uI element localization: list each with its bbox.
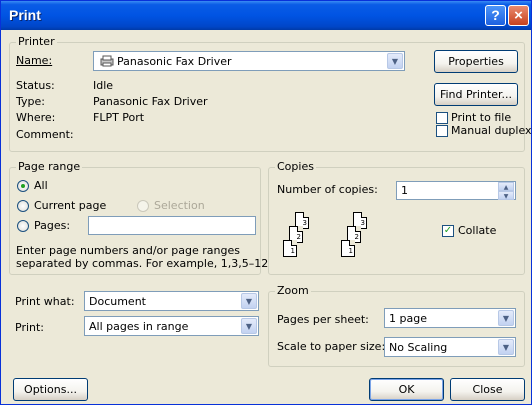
pages-label[interactable]: Pages: bbox=[34, 219, 70, 232]
chevron-down-icon[interactable]: ▼ bbox=[387, 53, 403, 69]
printer-name-select[interactable]: Panasonic Fax Driver ▼ bbox=[93, 51, 405, 71]
number-of-copies-input[interactable]: 1 ▲ ▼ bbox=[396, 181, 516, 200]
manual-duplex-checkbox[interactable] bbox=[436, 125, 448, 137]
pages-help-line2: separated by commas. For example, 1,3,5–… bbox=[16, 257, 269, 270]
copies-spinner[interactable]: ▲ ▼ bbox=[498, 182, 514, 201]
collate-page-1b: 1 bbox=[341, 240, 355, 257]
help-button[interactable]: ? bbox=[485, 5, 506, 26]
zoom-group: Zoom Pages per sheet: 1 page ▼ Scale to … bbox=[268, 285, 525, 367]
properties-button[interactable]: Properties bbox=[434, 50, 518, 73]
close-icon: × bbox=[514, 7, 523, 24]
number-of-copies-value: 1 bbox=[401, 184, 408, 197]
ok-button[interactable]: OK bbox=[369, 378, 444, 401]
window-title: Print bbox=[9, 7, 41, 23]
close-window-button[interactable]: × bbox=[508, 5, 529, 26]
where-value: FLPT Port bbox=[93, 111, 145, 124]
manual-duplex-label[interactable]: Manual duplex bbox=[451, 124, 532, 137]
pages-radio[interactable] bbox=[17, 220, 29, 232]
all-pages-radio[interactable] bbox=[17, 180, 29, 192]
chevron-down-icon[interactable]: ▼ bbox=[498, 339, 514, 355]
chevron-down-icon[interactable]: ▼ bbox=[241, 293, 257, 309]
status-value: Idle bbox=[93, 79, 114, 92]
help-icon: ? bbox=[491, 7, 500, 23]
page-range-group: Page range All Current page Selection Pa… bbox=[9, 161, 268, 275]
print-what-select[interactable]: Document ▼ bbox=[84, 291, 259, 311]
pages-per-sheet-select[interactable]: 1 page ▼ bbox=[384, 308, 516, 328]
title-bar[interactable]: Print ? × bbox=[1, 1, 531, 30]
number-of-copies-label: Number of copies: bbox=[277, 183, 378, 196]
collate-illustration: 3 2 1 3 2 1 bbox=[281, 204, 401, 264]
chevron-down-icon[interactable]: ▼ bbox=[498, 310, 514, 326]
print-dialog: Print ? × Printer Name: Panasonic Fax Dr… bbox=[0, 0, 532, 405]
scale-value: No Scaling bbox=[389, 341, 448, 354]
find-printer-button[interactable]: Find Printer... bbox=[434, 83, 518, 106]
pages-per-sheet-value: 1 page bbox=[389, 312, 427, 325]
chevron-down-icon[interactable]: ▼ bbox=[241, 318, 257, 334]
printer-name-value: Panasonic Fax Driver bbox=[117, 55, 232, 68]
collate-checkbox[interactable]: ✓ bbox=[442, 225, 454, 237]
where-label: Where: bbox=[16, 111, 56, 124]
pages-help-line1: Enter page numbers and/or page ranges bbox=[16, 244, 240, 257]
pages-input[interactable] bbox=[88, 216, 256, 235]
printer-name-label: Name: bbox=[16, 54, 53, 67]
close-button[interactable]: Close bbox=[450, 378, 525, 401]
type-value: Panasonic Fax Driver bbox=[93, 95, 208, 108]
selection-label[interactable]: Selection bbox=[154, 199, 205, 212]
print-what-value: Document bbox=[89, 295, 146, 308]
collate-label[interactable]: Collate bbox=[458, 224, 496, 237]
selection-radio[interactable] bbox=[137, 200, 149, 212]
print-to-file-label[interactable]: Print to file bbox=[451, 111, 511, 124]
all-pages-label[interactable]: All bbox=[34, 179, 48, 192]
collate-page-1a: 1 bbox=[283, 240, 297, 257]
printer-group: Printer Name: Panasonic Fax Driver ▼ Pro… bbox=[9, 36, 532, 152]
pages-per-sheet-label: Pages per sheet: bbox=[277, 313, 369, 326]
printer-legend: Printer bbox=[16, 35, 57, 48]
scale-label: Scale to paper size: bbox=[277, 340, 386, 353]
printer-icon bbox=[99, 55, 115, 67]
page-range-legend: Page range bbox=[16, 160, 83, 173]
copies-group: Copies Number of copies: 1 ▲ ▼ 3 2 1 3 2… bbox=[268, 161, 525, 275]
print-what-label: Print what: bbox=[15, 295, 75, 308]
current-page-radio[interactable] bbox=[17, 200, 29, 212]
options-button[interactable]: Options... bbox=[13, 378, 88, 401]
print-value: All pages in range bbox=[89, 320, 189, 333]
spin-up-icon[interactable]: ▲ bbox=[498, 182, 514, 191]
status-label: Status: bbox=[16, 79, 55, 92]
scale-select[interactable]: No Scaling ▼ bbox=[384, 337, 516, 357]
print-select[interactable]: All pages in range ▼ bbox=[84, 316, 259, 336]
print-to-file-checkbox[interactable] bbox=[436, 112, 448, 124]
current-page-label[interactable]: Current page bbox=[34, 199, 106, 212]
comment-label: Comment: bbox=[16, 128, 74, 141]
type-label: Type: bbox=[16, 95, 45, 108]
zoom-legend: Zoom bbox=[275, 284, 311, 297]
spin-down-icon[interactable]: ▼ bbox=[498, 191, 514, 200]
print-label: Print: bbox=[15, 321, 45, 334]
copies-legend: Copies bbox=[275, 160, 316, 173]
